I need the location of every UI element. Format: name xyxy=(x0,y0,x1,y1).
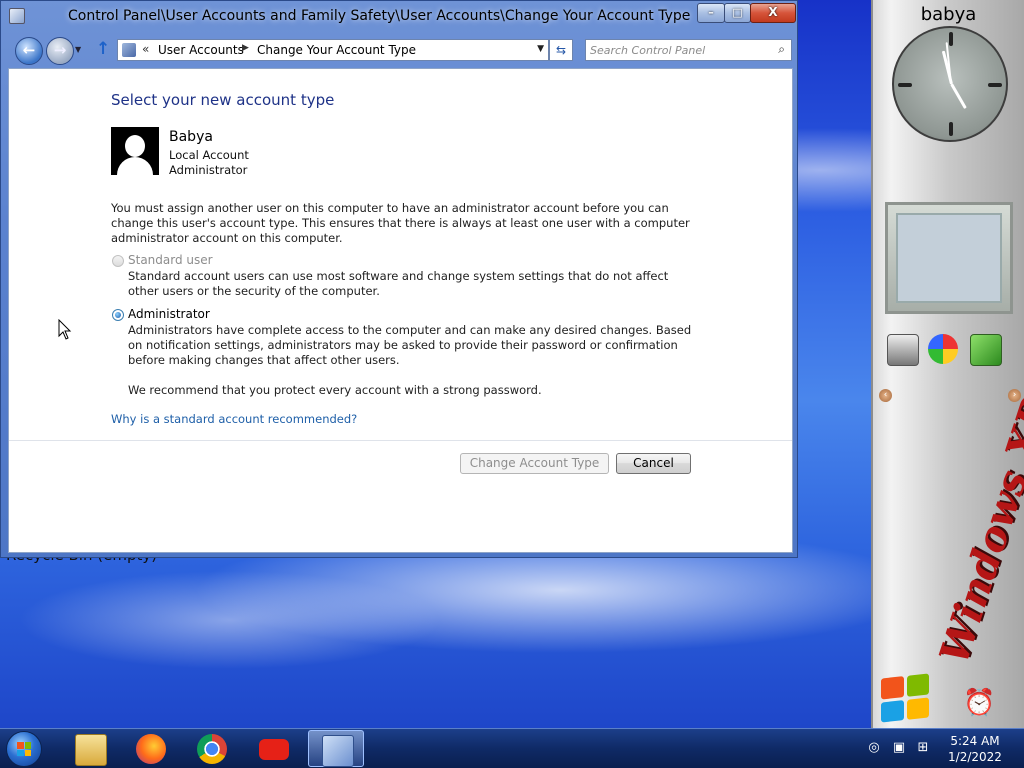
windows-logo-icon xyxy=(17,742,31,756)
change-account-type-button[interactable]: Change Account Type xyxy=(460,453,609,474)
youtube-icon xyxy=(259,739,289,760)
why-standard-account-link[interactable]: Why is a standard account recommended? xyxy=(111,412,357,426)
tray-network-icon[interactable]: ⊞ xyxy=(915,740,931,756)
divider xyxy=(9,440,792,441)
standard-user-radio[interactable] xyxy=(112,255,124,267)
analog-clock-icon[interactable] xyxy=(892,26,1008,142)
page-title: Select your new account type xyxy=(111,91,335,109)
mouse-cursor-icon xyxy=(58,319,72,340)
minimize-button[interactable]: – xyxy=(697,3,725,23)
camera-icon[interactable] xyxy=(887,334,919,366)
standard-user-description: Standard account users can use most soft… xyxy=(128,269,669,298)
alarm-clock-icon[interactable]: ⏰ xyxy=(963,688,995,718)
admin-notice: You must assign another user on this com… xyxy=(111,201,690,245)
chrome-icon xyxy=(197,734,227,764)
clock-time[interactable]: 5:24 AM xyxy=(945,734,1005,748)
breadcrumb-change-account-type[interactable]: Change Your Account Type xyxy=(257,43,416,57)
account-role: Administrator xyxy=(169,163,248,177)
taskbar: ◎ ▣ ⊞ 5:24 AM 1/2/2022 xyxy=(0,728,1024,768)
file-explorer-icon xyxy=(75,734,107,766)
breadcrumb-separator-icon[interactable]: ▶ xyxy=(242,43,249,53)
account-location: Local Account xyxy=(169,148,249,162)
gadget-sidebar: babya ‹ › Windows XP ⏰ xyxy=(871,0,1024,728)
user-avatar xyxy=(111,127,159,175)
media-player-icon[interactable] xyxy=(928,334,958,364)
taskbar-chrome[interactable] xyxy=(184,730,240,767)
picture-frame-gadget[interactable] xyxy=(885,202,1013,314)
tray-action-center-icon[interactable]: ▣ xyxy=(891,740,907,756)
content-pane: Select your new account type Babya Local… xyxy=(8,68,793,553)
password-recommendation: We recommend that you protect every acco… xyxy=(128,383,542,397)
windows-flag-icon xyxy=(881,673,929,723)
refresh-icon: ⇆ xyxy=(555,43,567,57)
recent-pages-dropdown[interactable]: ▼ xyxy=(75,45,81,54)
close-button[interactable]: X xyxy=(750,3,796,23)
gadget-prev-icon[interactable]: ‹ xyxy=(879,389,892,402)
tray-settings-icon[interactable]: ◎ xyxy=(866,740,882,756)
address-bar[interactable]: « User Accounts ▶ Change Your Account Ty… xyxy=(117,39,549,61)
clock-date[interactable]: 1/2/2022 xyxy=(945,750,1005,764)
title-bar[interactable]: Control Panel\User Accounts and Family S… xyxy=(1,1,797,33)
user-name: Babya xyxy=(169,129,213,145)
cancel-button[interactable]: Cancel xyxy=(616,453,691,474)
taskbar-firefox[interactable] xyxy=(123,730,179,767)
address-dropdown-icon[interactable]: ▼ xyxy=(537,44,544,54)
control-panel-icon[interactable] xyxy=(9,8,25,24)
back-button[interactable]: ← xyxy=(15,37,43,65)
gadget-user-name: babya xyxy=(920,4,977,25)
search-box[interactable]: ⌕ xyxy=(585,39,792,61)
standard-user-label: Standard user xyxy=(128,253,213,267)
forward-button[interactable]: → xyxy=(46,37,74,65)
network-monitor-icon[interactable] xyxy=(970,334,1002,366)
back-arrow-icon: ← xyxy=(22,41,36,59)
taskbar-file-explorer[interactable] xyxy=(62,730,118,767)
control-panel-window: Control Panel\User Accounts and Family S… xyxy=(0,0,798,558)
forward-arrow-icon: → xyxy=(53,41,67,59)
taskbar-control-panel[interactable] xyxy=(308,730,364,767)
control-panel-address-icon xyxy=(122,43,136,57)
search-icon[interactable]: ⌕ xyxy=(778,42,785,57)
up-arrow-icon[interactable]: ↑ xyxy=(96,39,110,59)
refresh-button[interactable]: ⇆ xyxy=(549,39,573,61)
administrator-radio[interactable] xyxy=(112,309,124,321)
start-button[interactable] xyxy=(6,731,42,767)
windows-xp-logo: Windows XP xyxy=(930,393,1024,670)
breadcrumb-user-accounts[interactable]: User Accounts xyxy=(158,43,244,57)
maximize-button[interactable]: □ xyxy=(724,3,751,23)
firefox-icon xyxy=(136,734,166,764)
administrator-label[interactable]: Administrator xyxy=(128,307,210,321)
window-title: Control Panel\User Accounts and Family S… xyxy=(68,8,691,24)
administrator-description: Administrators have complete access to t… xyxy=(128,323,692,367)
breadcrumb-overflow[interactable]: « xyxy=(142,42,149,56)
search-input[interactable] xyxy=(590,42,760,58)
control-panel-icon xyxy=(322,735,354,767)
taskbar-youtube[interactable] xyxy=(246,730,302,767)
